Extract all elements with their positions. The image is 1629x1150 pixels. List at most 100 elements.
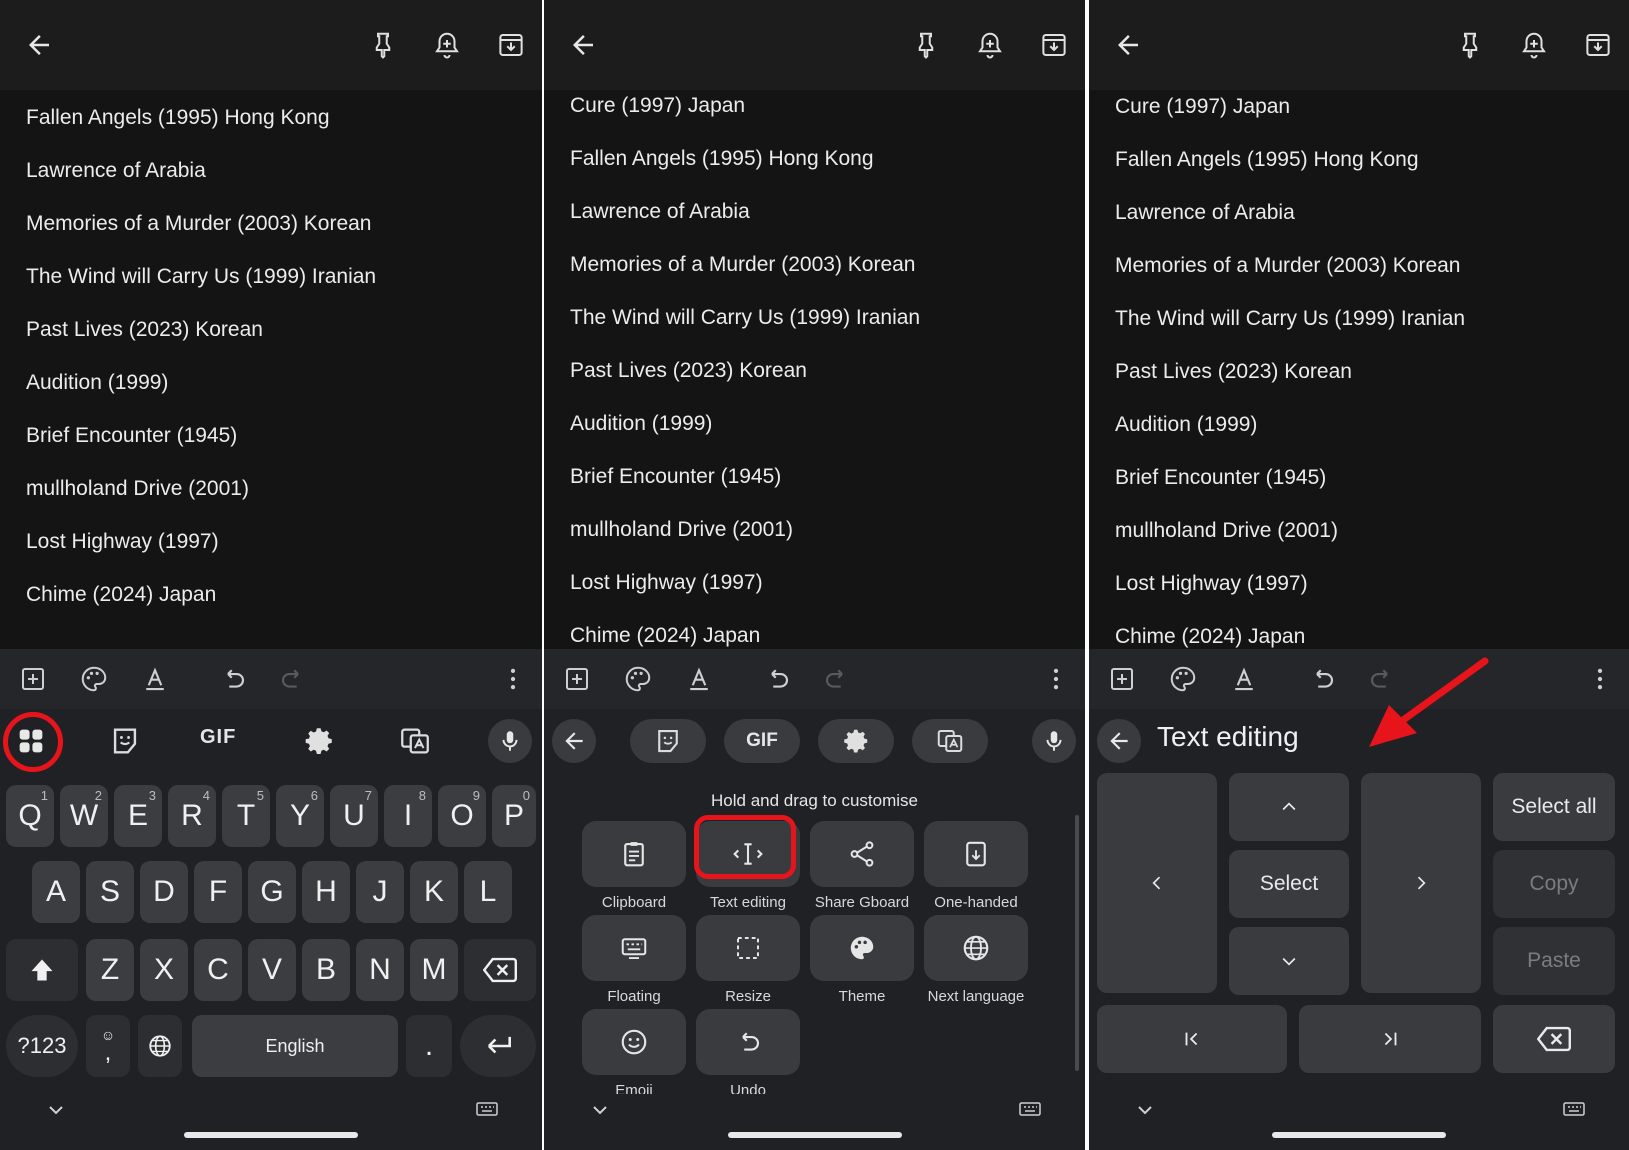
- back-arrow-icon[interactable]: [1113, 30, 1143, 60]
- key[interactable]: I8: [384, 785, 432, 847]
- text-format-icon[interactable]: [1229, 664, 1259, 694]
- symbols-key[interactable]: ?123: [6, 1015, 78, 1077]
- key[interactable]: U7: [330, 785, 378, 847]
- more-vert-icon[interactable]: [1041, 664, 1071, 694]
- key[interactable]: K: [410, 861, 458, 923]
- add-box-icon[interactable]: [18, 664, 48, 694]
- gesture-nav-bar[interactable]: [184, 1132, 358, 1138]
- backspace-key[interactable]: [464, 939, 536, 1001]
- select-key[interactable]: Select: [1229, 850, 1349, 918]
- key[interactable]: X: [140, 939, 188, 1001]
- globe-key[interactable]: [138, 1015, 182, 1077]
- period-key[interactable]: .: [406, 1015, 452, 1077]
- text-format-icon[interactable]: [140, 664, 170, 694]
- enter-key[interactable]: [460, 1015, 536, 1077]
- more-vert-icon[interactable]: [498, 664, 528, 694]
- mic-button[interactable]: [1032, 719, 1076, 763]
- scrollbar[interactable]: [1075, 815, 1079, 1071]
- translate-button[interactable]: [912, 719, 988, 763]
- gif-button[interactable]: GIF: [724, 719, 800, 763]
- tile-one-handed[interactable]: [924, 821, 1028, 887]
- key[interactable]: T5: [222, 785, 270, 847]
- palette-icon[interactable]: [623, 664, 653, 694]
- key[interactable]: O9: [438, 785, 486, 847]
- cursor-right-key[interactable]: [1361, 773, 1481, 993]
- key[interactable]: E3: [114, 785, 162, 847]
- key[interactable]: C: [194, 939, 242, 1001]
- sticker-icon[interactable]: [108, 724, 142, 758]
- add-box-icon[interactable]: [1107, 664, 1137, 694]
- add-box-icon[interactable]: [562, 664, 592, 694]
- key[interactable]: W2: [60, 785, 108, 847]
- keyboard-switch-icon[interactable]: [1561, 1098, 1587, 1122]
- archive-icon[interactable]: [1039, 30, 1069, 60]
- pin-icon[interactable]: [911, 30, 941, 60]
- keyboard-switch-icon[interactable]: [1017, 1098, 1043, 1122]
- undo-icon[interactable]: [218, 664, 248, 694]
- key[interactable]: D: [140, 861, 188, 923]
- copy-key[interactable]: Copy: [1493, 850, 1615, 918]
- back-circle-button[interactable]: [552, 719, 596, 763]
- settings-button[interactable]: [818, 719, 894, 763]
- emoji-comma-key[interactable]: ☺,: [86, 1015, 130, 1077]
- reminder-bell-icon[interactable]: [432, 30, 462, 60]
- collapse-keyboard-icon[interactable]: [44, 1098, 68, 1122]
- collapse-keyboard-icon[interactable]: [588, 1098, 612, 1122]
- select-all-key[interactable]: Select all: [1493, 773, 1615, 841]
- key[interactable]: R4: [168, 785, 216, 847]
- gif-button[interactable]: GIF: [200, 726, 236, 749]
- key[interactable]: G: [248, 861, 296, 923]
- gesture-nav-bar[interactable]: [1272, 1132, 1446, 1138]
- key[interactable]: A: [32, 861, 80, 923]
- gesture-nav-bar[interactable]: [727, 1132, 902, 1138]
- reminder-bell-icon[interactable]: [975, 30, 1005, 60]
- reminder-bell-icon[interactable]: [1519, 30, 1549, 60]
- key[interactable]: S: [86, 861, 134, 923]
- undo-icon[interactable]: [1307, 664, 1337, 694]
- tile-undo[interactable]: [696, 1009, 800, 1075]
- archive-icon[interactable]: [496, 30, 526, 60]
- tile-theme[interactable]: [810, 915, 914, 981]
- cursor-up-key[interactable]: [1229, 773, 1349, 841]
- palette-icon[interactable]: [1168, 664, 1198, 694]
- redo-icon[interactable]: [822, 664, 852, 694]
- collapse-keyboard-icon[interactable]: [1133, 1098, 1157, 1122]
- back-arrow-icon[interactable]: [24, 30, 54, 60]
- undo-icon[interactable]: [762, 664, 792, 694]
- back-arrow-icon[interactable]: [568, 30, 598, 60]
- settings-gear-icon[interactable]: [302, 724, 336, 758]
- paste-key[interactable]: Paste: [1493, 927, 1615, 995]
- archive-icon[interactable]: [1583, 30, 1613, 60]
- keyboard-switch-icon[interactable]: [474, 1098, 500, 1122]
- tile-resize[interactable]: [696, 915, 800, 981]
- key[interactable]: F: [194, 861, 242, 923]
- key[interactable]: B: [302, 939, 350, 1001]
- key[interactable]: L: [464, 861, 512, 923]
- text-format-icon[interactable]: [684, 664, 714, 694]
- key[interactable]: V: [248, 939, 296, 1001]
- tile-share-gboard[interactable]: [810, 821, 914, 887]
- cursor-down-key[interactable]: [1229, 927, 1349, 995]
- more-vert-icon[interactable]: [1585, 664, 1615, 694]
- key[interactable]: Q1: [6, 785, 54, 847]
- delete-key[interactable]: [1493, 1005, 1615, 1073]
- shift-key[interactable]: [6, 939, 78, 1001]
- key[interactable]: Y6: [276, 785, 324, 847]
- translate-icon[interactable]: [398, 724, 432, 758]
- key[interactable]: Z: [86, 939, 134, 1001]
- key[interactable]: M: [410, 939, 458, 1001]
- space-bar[interactable]: English: [192, 1015, 398, 1077]
- back-circle-button[interactable]: [1097, 719, 1141, 763]
- tile-next-language[interactable]: [924, 915, 1028, 981]
- mic-button[interactable]: [488, 719, 532, 763]
- pin-icon[interactable]: [1455, 30, 1485, 60]
- cursor-left-key[interactable]: [1097, 773, 1217, 993]
- key[interactable]: J: [356, 861, 404, 923]
- tile-clipboard[interactable]: [582, 821, 686, 887]
- palette-icon[interactable]: [79, 664, 109, 694]
- move-to-start-key[interactable]: [1097, 1005, 1287, 1073]
- move-to-end-key[interactable]: [1299, 1005, 1481, 1073]
- tile-emoji[interactable]: [582, 1009, 686, 1075]
- tile-floating[interactable]: [582, 915, 686, 981]
- sticker-button[interactable]: [630, 719, 706, 763]
